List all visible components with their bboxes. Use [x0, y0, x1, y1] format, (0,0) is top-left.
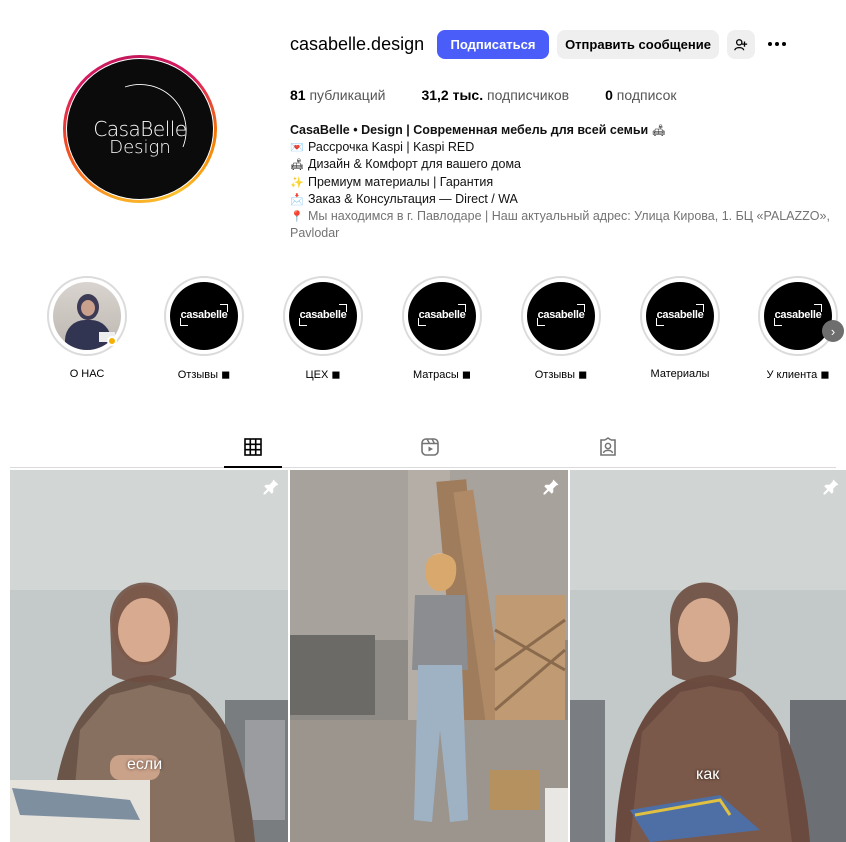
bio-text-2: Дизайн & Комфорт для вашего дома: [308, 157, 522, 172]
post-thumbnail[interactable]: если: [10, 470, 288, 842]
highlight-logo-text: casabelle: [299, 309, 347, 321]
sparkles-emoji-icon: ✨: [290, 176, 304, 189]
posts-stat: 81 публикаций: [290, 87, 385, 103]
bio-name-line: CasaBelle • Design | Современная мебель …: [290, 122, 830, 139]
tabs-divider: [10, 467, 836, 468]
highlight-cover-logo: casabelle: [289, 282, 357, 350]
post-thumbnail[interactable]: как: [570, 470, 846, 842]
post-image: [290, 470, 568, 842]
tagged-icon: [600, 437, 616, 456]
highlight-ring: casabelle: [283, 276, 363, 356]
sofa-emoji-icon: 🛋: [651, 125, 666, 137]
grid-icon: [244, 438, 262, 456]
inbox-emoji-icon: 📩: [290, 193, 304, 206]
suggest-user-button[interactable]: [727, 30, 755, 59]
bio-text-4: Заказ & Консультация — Direct / WA: [308, 191, 518, 206]
highlight-logo-text: casabelle: [180, 309, 228, 321]
highlight-item[interactable]: casabelle Отзывы ◼: [520, 276, 602, 381]
highlight-ring: casabelle: [758, 276, 838, 356]
post-image: [10, 470, 288, 842]
highlight-item[interactable]: casabelle Отзывы ◼: [163, 276, 245, 381]
bio-text-3: Премиум материалы | Гарантия: [308, 174, 494, 189]
followers-label: подписчиков: [487, 87, 570, 103]
following-count: 0: [605, 87, 613, 103]
highlight-item[interactable]: casabelle ЦЕХ ◼: [282, 276, 364, 381]
highlight-logo-text: casabelle: [537, 309, 585, 321]
logo-line2: Design: [109, 137, 171, 158]
highlights-next-icon[interactable]: ›: [822, 320, 844, 342]
add-user-icon: [734, 38, 748, 50]
pinned-icon: [543, 479, 559, 495]
message-button[interactable]: Отправить сообщение: [557, 30, 719, 59]
highlight-logo-text: casabelle: [418, 309, 466, 321]
highlight-badge-icon: [107, 336, 117, 346]
highlight-item[interactable]: casabelle Матрасы ◼: [401, 276, 483, 381]
bio-line-4: 📩 Заказ & Консультация — Direct / WA: [290, 191, 830, 208]
bio-name: CasaBelle • Design | Современная мебель …: [290, 123, 649, 137]
heart-emoji-icon: 💌: [290, 142, 304, 155]
highlight-ring: casabelle: [164, 276, 244, 356]
profile-username: casabelle.design: [290, 34, 425, 54]
highlight-cover-logo: casabelle: [408, 282, 476, 350]
bio-text-1: Рассрочка Kaspi | Kaspi RED: [308, 140, 475, 155]
tab-tagged[interactable]: [578, 437, 638, 467]
highlight-label: ЦЕХ ◼: [305, 369, 341, 381]
post-caption: как: [696, 766, 720, 783]
highlight-label: Отзывы ◼: [177, 369, 231, 381]
highlight-ring: [47, 276, 127, 356]
post-thumbnail[interactable]: [290, 470, 568, 842]
followers-stat[interactable]: 31,2 тыс. подписчиков: [421, 87, 569, 103]
bio-line-3: ✨ Премиум материалы | Гарантия: [290, 174, 830, 191]
reels-icon: [421, 438, 439, 456]
highlight-label: Матрасы ◼: [412, 369, 472, 381]
posts-label: публикаций: [309, 87, 386, 103]
highlight-ring: casabelle: [521, 276, 601, 356]
profile-stats: 81 публикаций 31,2 тыс. подписчиков 0 по…: [290, 87, 712, 103]
highlight-label: Отзывы ◼: [534, 369, 588, 381]
bio-line-5: 📍 Мы находимся в г. Павлодаре | Наш актуа…: [290, 208, 830, 241]
tab-reels[interactable]: [400, 437, 460, 467]
highlight-label: У клиента ◼: [766, 369, 830, 381]
bio-line-2: 🛋 Дизайн & Комфорт для вашего дома: [290, 156, 830, 173]
pinned-icon: [823, 479, 839, 495]
highlight-item[interactable]: casabelle Материалы: [639, 276, 721, 380]
highlight-cover-logo: casabelle: [170, 282, 238, 350]
highlight-ring: casabelle: [640, 276, 720, 356]
highlight-logo-text: casabelle: [774, 309, 822, 321]
brand-logo: CasaBelle Design: [67, 59, 213, 199]
follow-button[interactable]: Подписаться: [437, 30, 549, 59]
profile-bio: CasaBelle • Design | Современная мебель …: [290, 122, 830, 241]
following-stat[interactable]: 0 подписок: [605, 87, 676, 103]
followers-count: 31,2 тыс.: [421, 87, 484, 103]
tab-posts[interactable]: [223, 437, 283, 467]
highlight-label: Материалы: [650, 368, 710, 380]
active-tab-indicator: [224, 466, 282, 468]
highlight-cover-logo: casabelle: [527, 282, 595, 350]
profile-avatar[interactable]: CasaBelle Design: [63, 55, 217, 203]
pinned-icon: [263, 479, 279, 495]
following-label: подписок: [616, 87, 677, 103]
highlight-ring: casabelle: [402, 276, 482, 356]
highlight-cover-logo: casabelle: [646, 282, 714, 350]
bio-line-1: 💌 Рассрочка Kaspi | Kaspi RED: [290, 139, 830, 156]
highlight-label: О НАС: [69, 368, 105, 380]
post-caption: если: [127, 756, 163, 773]
posts-count: 81: [290, 87, 306, 103]
sofa-emoji-icon: 🛋: [290, 159, 304, 172]
post-image: [570, 470, 846, 842]
highlight-logo-text: casabelle: [656, 309, 704, 321]
bio-address: Мы находимся в г. Павлодаре | Наш актуал…: [290, 209, 830, 241]
highlight-item[interactable]: О НАС: [46, 276, 128, 380]
more-options-icon[interactable]: [766, 36, 788, 52]
pin-emoji-icon: 📍: [290, 211, 304, 224]
highlight-cover-logo: casabelle: [764, 282, 832, 350]
